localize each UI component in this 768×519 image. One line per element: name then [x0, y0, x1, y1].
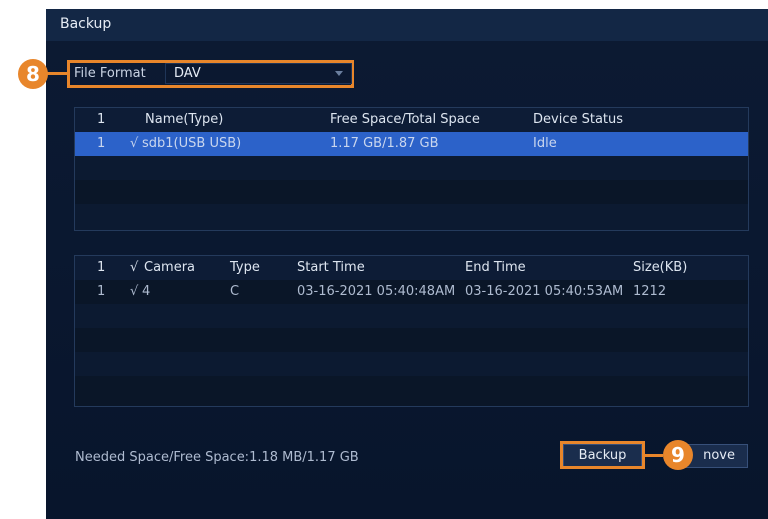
- file-row-end: 03-16-2021 05:40:53AM: [465, 284, 624, 299]
- file-empty-row: [75, 376, 748, 406]
- device-row-status: Idle: [533, 136, 557, 151]
- file-col-start[interactable]: Start Time: [297, 260, 365, 275]
- device-col-name[interactable]: Name(Type): [145, 112, 223, 127]
- file-empty-row: [75, 304, 748, 328]
- dialog-title: Backup: [60, 16, 112, 32]
- backup-button-highlight: [560, 441, 645, 469]
- file-row[interactable]: 1 √ 4 C 03-16-2021 05:40:48AM 03-16-2021…: [75, 280, 748, 304]
- file-empty-row: [75, 328, 748, 352]
- file-row-checkbox[interactable]: √: [130, 284, 138, 299]
- file-table-header: 1 √ Camera Type Start Time End Time Size…: [75, 256, 748, 280]
- dialog-titlebar: Backup: [46, 9, 768, 41]
- device-table: 1 Name(Type) Free Space/Total Space Devi…: [74, 107, 749, 231]
- device-empty-row: [75, 180, 748, 204]
- file-format-select[interactable]: DAV: [165, 63, 352, 84]
- device-col-index: 1: [97, 112, 106, 127]
- file-col-end[interactable]: End Time: [465, 260, 526, 275]
- device-col-space[interactable]: Free Space/Total Space: [330, 112, 480, 127]
- step-8-connector: [47, 72, 67, 75]
- file-table: 1 √ Camera Type Start Time End Time Size…: [74, 255, 749, 407]
- file-row-type: C: [230, 284, 240, 299]
- file-format-value: DAV: [174, 66, 201, 81]
- needed-space-text: Needed Space/Free Space:1.18 MB/1.17 GB: [75, 450, 359, 465]
- file-col-size[interactable]: Size(KB): [633, 260, 687, 275]
- device-row-checkbox[interactable]: √: [130, 136, 138, 151]
- step-9-connector: [645, 454, 663, 457]
- device-empty-row: [75, 204, 748, 230]
- device-row-index: 1: [97, 136, 106, 151]
- device-row[interactable]: 1 √ sdb1(USB USB) 1.17 GB/1.87 GB Idle: [75, 132, 748, 156]
- file-row-start: 03-16-2021 05:40:48AM: [297, 284, 456, 299]
- step-9-callout: 9: [663, 440, 693, 470]
- device-row-name: sdb1(USB USB): [142, 136, 242, 151]
- file-col-type[interactable]: Type: [230, 260, 260, 275]
- dropdown-arrow-icon: [335, 71, 343, 76]
- device-row-space: 1.17 GB/1.87 GB: [330, 136, 439, 151]
- file-empty-row: [75, 352, 748, 376]
- file-row-camera: 4: [142, 284, 151, 299]
- device-col-status[interactable]: Device Status: [533, 112, 623, 127]
- file-col-camera[interactable]: Camera: [144, 260, 195, 275]
- file-select-all-checkbox[interactable]: √: [130, 260, 138, 275]
- device-table-header: 1 Name(Type) Free Space/Total Space Devi…: [75, 108, 748, 132]
- device-empty-row: [75, 156, 748, 180]
- file-row-size: 1212: [633, 284, 667, 299]
- file-format-label: File Format: [74, 66, 146, 81]
- file-row-index: 1: [97, 284, 106, 299]
- file-col-index: 1: [97, 260, 106, 275]
- step-8-callout: 8: [18, 59, 48, 89]
